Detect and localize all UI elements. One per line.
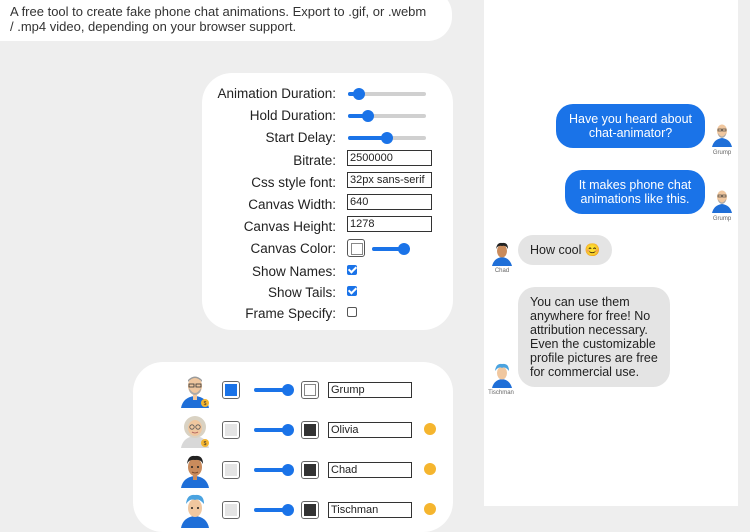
grump-chat-avatar-2 [712, 190, 732, 213]
canvas-color-picker[interactable] [347, 239, 365, 257]
tischman-text-color[interactable] [301, 501, 319, 519]
start-delay-row: Start Delay: [202, 127, 453, 147]
show-tails-checkbox[interactable] [347, 286, 357, 296]
show-names-label: Show Names: [251, 264, 336, 279]
chad-avatar[interactable] [177, 452, 213, 488]
hold-duration-label: Hold Duration: [249, 108, 336, 123]
grump-chat-name-2: Grump [712, 216, 732, 222]
chat-preview: Have you heard about chat-animator? Grum… [484, 0, 738, 506]
olivia-bubble-color[interactable] [222, 421, 240, 439]
intro-text: A free tool to create fake phone chat an… [10, 4, 427, 34]
chad-name-input[interactable]: Chad [328, 462, 412, 478]
canvas-color-row: Canvas Color: [202, 238, 453, 258]
canvas-height-label: Canvas Height: [243, 219, 336, 234]
svg-text:$: $ [204, 401, 207, 407]
frame-specify-label: Frame Specify: [245, 306, 336, 321]
frame-specify-checkbox[interactable] [347, 307, 357, 317]
show-names-row: Show Names: [202, 261, 453, 281]
olivia-remove-dot[interactable] [424, 423, 436, 435]
svg-text:$: $ [204, 441, 207, 447]
olivia-color-slider[interactable] [254, 424, 294, 436]
canvas-height-input[interactable]: 1278 [347, 216, 432, 232]
hold-duration-slider[interactable] [348, 110, 426, 122]
css-font-input[interactable]: 32px sans-serif [347, 172, 432, 188]
tischman-chat-avatar [492, 363, 512, 388]
chad-color-slider[interactable] [254, 464, 294, 476]
tischman-color-slider[interactable] [254, 504, 294, 516]
tischman-avatar[interactable] [177, 492, 213, 528]
chad-remove-dot[interactable] [424, 463, 436, 475]
chat-bubble-1: Have you heard about chat-animator? [556, 104, 705, 148]
canvas-width-row: Canvas Width: 640 [202, 194, 453, 214]
grump-name-input[interactable]: Grump [328, 382, 412, 398]
grump-chat-avatar [712, 124, 732, 147]
css-font-label: Css style font: [251, 175, 336, 190]
chad-text-color[interactable] [301, 461, 319, 479]
tischman-name-input[interactable]: Tischman [328, 502, 412, 518]
bitrate-input[interactable]: 2500000 [347, 150, 432, 166]
olivia-avatar[interactable]: $ [177, 412, 213, 448]
tischman-remove-dot[interactable] [424, 503, 436, 515]
olivia-text-color[interactable] [301, 421, 319, 439]
chad-chat-name: Chad [494, 268, 510, 274]
css-font-row: Css style font: 32px sans-serif [202, 172, 453, 192]
frame-specify-row: Frame Specify: [202, 303, 453, 323]
bitrate-label: Bitrate: [293, 153, 336, 168]
show-names-checkbox[interactable] [347, 265, 357, 275]
canvas-color-label: Canvas Color: [250, 241, 336, 256]
grump-avatar[interactable]: $ [177, 372, 213, 408]
person-row-chad: Chad [133, 452, 453, 488]
person-row-olivia: $ Olivia [133, 412, 453, 448]
olivia-name-input[interactable]: Olivia [328, 422, 412, 438]
chat-bubble-2: It makes phone chat animations like this… [565, 170, 705, 214]
animation-duration-label: Animation Duration: [217, 86, 336, 101]
animation-duration-row: Animation Duration: [202, 83, 453, 103]
show-tails-label: Show Tails: [267, 285, 336, 300]
chad-bubble-color[interactable] [222, 461, 240, 479]
grump-text-color[interactable] [301, 381, 319, 399]
animation-duration-slider[interactable] [348, 88, 426, 100]
chat-bubble-3: How cool 😊 [518, 235, 613, 265]
canvas-width-label: Canvas Width: [248, 197, 336, 212]
start-delay-label: Start Delay: [265, 130, 336, 145]
show-tails-row: Show Tails: [202, 282, 453, 302]
people-panel: $ Grump $ Olivia Chad Tischman [133, 362, 453, 532]
chat-bubble-4: You can use them anywhere for free! No a… [518, 287, 670, 387]
grump-bubble-color[interactable] [222, 381, 240, 399]
grump-chat-name-1: Grump [712, 150, 732, 156]
canvas-color-slider[interactable] [372, 243, 410, 255]
tischman-chat-name: Tischman [488, 390, 514, 396]
grump-color-slider[interactable] [254, 384, 294, 396]
start-delay-slider[interactable] [348, 132, 426, 144]
canvas-height-row: Canvas Height: 1278 [202, 216, 453, 236]
chad-chat-avatar [492, 242, 512, 266]
canvas-width-input[interactable]: 640 [347, 194, 432, 210]
hold-duration-row: Hold Duration: [202, 105, 453, 125]
settings-panel: Animation Duration: Hold Duration: Start… [202, 73, 453, 330]
tischman-bubble-color[interactable] [222, 501, 240, 519]
person-row-tischman: Tischman [133, 492, 453, 528]
person-row-grump: $ Grump [133, 372, 453, 408]
intro-card: A free tool to create fake phone chat an… [0, 0, 452, 41]
bitrate-row: Bitrate: 2500000 [202, 150, 453, 170]
